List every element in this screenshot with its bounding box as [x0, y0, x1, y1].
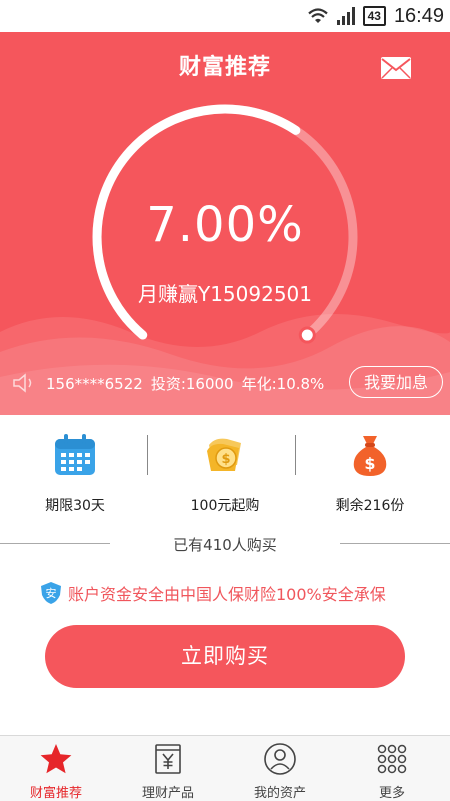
- nav-more[interactable]: 更多: [336, 736, 448, 801]
- ticker-phone: 156****6522: [46, 375, 143, 393]
- nav-label: 理财产品: [141, 786, 194, 801]
- feature-min-purchase: $ 100元起购: [150, 431, 300, 515]
- ticker-text: 156****6522 投资:16000 年化:10.8%: [46, 373, 332, 394]
- nav-label: 我的资产: [253, 786, 306, 801]
- status-bar: 43 16:49: [0, 0, 450, 32]
- investment-ticker: 156****6522 投资:16000 年化:10.8% 我要加息: [0, 365, 450, 401]
- clock: 16:49: [393, 4, 444, 27]
- nav-wealth-recommend[interactable]: 财富推荐: [0, 736, 112, 801]
- nav-label: 更多: [378, 786, 405, 801]
- mail-icon[interactable]: [380, 56, 412, 80]
- security-note: 安 账户资金安全由中国人保财险100%安全承保: [40, 580, 440, 606]
- bottom-nav: 财富推荐 理财产品 我的资产 更多: [0, 735, 450, 801]
- buyers-text: 已有410人购买: [173, 536, 277, 554]
- svg-text:$: $: [364, 454, 375, 473]
- buyers-count: 已有410人购买: [0, 532, 450, 556]
- user-icon: [264, 743, 296, 775]
- buy-now-button[interactable]: 立即购买: [45, 625, 405, 688]
- divider: [147, 435, 148, 475]
- grid-icon: [377, 744, 407, 774]
- feature-remaining: $ 剩余216份: [295, 431, 445, 515]
- shield-icon: 安: [41, 582, 61, 604]
- hero-panel: 财富推荐 7.00% 月赚赢Y15092501 156****6522 投资:16…: [0, 32, 450, 415]
- wifi-icon: [307, 8, 328, 23]
- money-bag-icon: $: [353, 436, 387, 476]
- dial-knob: [298, 326, 316, 344]
- ticker-annual: 年化:10.8%: [241, 375, 325, 393]
- feature-remaining-label: 剩余216份: [335, 498, 405, 514]
- feature-term: 期限30天: [0, 431, 150, 515]
- svg-text:$: $: [221, 452, 230, 467]
- security-text: 账户资金安全由中国人保财险100%安全承保: [68, 585, 386, 604]
- add-interest-button[interactable]: 我要加息: [349, 366, 443, 398]
- shield-badge-text: 安: [46, 586, 57, 600]
- annual-rate: 7.00%: [146, 197, 304, 253]
- feature-term-label: 期限30天: [45, 498, 105, 514]
- nav-label: 财富推荐: [29, 786, 82, 801]
- yuan-document-icon: [155, 744, 181, 774]
- ticker-invest: 投资:16000: [150, 375, 234, 393]
- status-indicators: 43 16:49: [307, 3, 444, 29]
- feature-min-label: 100元起购: [190, 498, 260, 514]
- calendar-icon: [55, 434, 95, 475]
- signal-icon: [336, 7, 355, 25]
- coin-icon: $: [207, 438, 241, 471]
- product-features: 期限30天 $ 100元起购 $ 剩余216份: [0, 415, 450, 515]
- monthly-earn: 月赚赢Y15092501: [137, 282, 312, 306]
- speaker-icon: [13, 373, 32, 393]
- nav-products[interactable]: 理财产品: [112, 736, 224, 801]
- nav-my-assets[interactable]: 我的资产: [224, 736, 336, 801]
- star-icon: [40, 744, 72, 774]
- battery-indicator: 43: [362, 6, 386, 26]
